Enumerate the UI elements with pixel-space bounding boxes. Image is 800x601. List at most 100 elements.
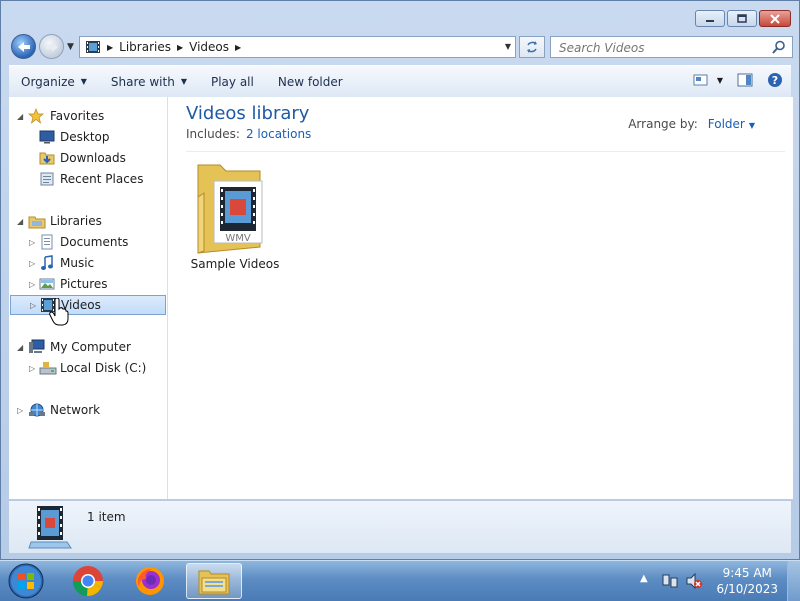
forward-button[interactable] [39, 34, 64, 59]
downloads-icon [39, 152, 55, 165]
refresh-icon [527, 41, 537, 53]
new-folder-label: New folder [277, 74, 343, 89]
clock[interactable]: 9:45 AM 6/10/2023 [716, 565, 778, 597]
preview-pane-icon[interactable] [737, 73, 753, 87]
view-icon [693, 74, 708, 85]
arrange-by: Arrange by: Folder ▼ [628, 117, 755, 131]
recent-pages-dropdown[interactable]: ▼ [67, 42, 74, 52]
arrange-by-label: Arrange by: [628, 117, 698, 131]
nav-libraries[interactable]: ◢ Libraries [9, 211, 167, 231]
volume-muted-icon[interactable] [686, 573, 702, 589]
breadcrumb-videos[interactable]: Videos [189, 40, 229, 54]
command-bar: Organize ▼ Share with ▼ Play all New folde… [9, 65, 791, 98]
expand-arrow-icon[interactable]: ▷ [29, 364, 35, 373]
clock-time: 9:45 AM [722, 566, 772, 580]
taskbar-chrome[interactable] [62, 563, 114, 599]
show-desktop-button[interactable] [787, 561, 800, 601]
clock-date: 6/10/2023 [716, 582, 778, 596]
collapse-arrow-icon[interactable]: ◢ [17, 343, 23, 352]
address-bar[interactable]: ▶ Libraries ▶ Videos ▶ ▼ [79, 36, 516, 58]
breadcrumb-separator-icon[interactable]: ▶ [107, 43, 113, 52]
nav-recent-places[interactable]: Recent Places [9, 169, 167, 189]
nav-downloads-label: Downloads [60, 151, 126, 165]
expand-arrow-icon[interactable]: ▷ [17, 406, 23, 415]
nav-videos[interactable]: ▷ Videos [10, 295, 166, 315]
forward-arrow-icon [45, 41, 58, 52]
nav-desktop[interactable]: Desktop [9, 127, 167, 147]
nav-network-label: Network [50, 403, 101, 417]
details-pane: 1 item [9, 500, 791, 553]
nav-documents[interactable]: ▷ Documents [9, 232, 167, 252]
arrange-by-dropdown[interactable]: Folder [708, 117, 745, 131]
minimize-button[interactable] [695, 10, 725, 27]
nav-pictures[interactable]: ▷ Pictures [9, 274, 167, 294]
svg-text:?: ? [772, 74, 778, 87]
explorer-icon [198, 570, 230, 595]
breadcrumb-separator-icon[interactable]: ▶ [177, 43, 183, 52]
play-all-button[interactable]: Play all [199, 75, 266, 89]
video-folder-icon: WMV [197, 164, 263, 254]
share-with-button[interactable]: Share with ▼ [99, 75, 199, 89]
hand-cursor-icon [49, 298, 69, 326]
nav-local-disk-label: Local Disk (C:) [60, 361, 147, 375]
expand-arrow-icon[interactable]: ▷ [29, 280, 35, 289]
chevron-down-icon[interactable]: ▼ [749, 121, 755, 130]
pictures-icon [39, 278, 55, 290]
expand-arrow-icon[interactable]: ▷ [29, 238, 35, 247]
maximize-button[interactable] [727, 10, 757, 27]
collapse-arrow-icon[interactable]: ◢ [17, 112, 23, 121]
includes-label: Includes: [186, 127, 240, 141]
chevron-down-icon[interactable]: ▼ [717, 76, 723, 85]
expand-arrow-icon[interactable]: ▷ [29, 259, 35, 268]
nav-documents-label: Documents [60, 235, 129, 249]
minimize-icon [706, 19, 714, 22]
content-pane: Videos library Includes: 2 locations Arra… [168, 97, 793, 499]
item-count: 1 item [87, 510, 126, 524]
network-status-icon[interactable] [662, 573, 678, 589]
nav-my-computer-label: My Computer [50, 340, 131, 354]
network-icon [29, 403, 45, 417]
taskbar-firefox[interactable] [124, 563, 176, 599]
library-title: Videos library [186, 103, 310, 124]
music-icon [41, 255, 53, 270]
organize-button[interactable]: Organize ▼ [9, 75, 99, 89]
search-icon[interactable] [772, 40, 786, 54]
search-input[interactable] [557, 39, 761, 57]
expand-arrow-icon[interactable]: ▷ [30, 301, 36, 310]
breadcrumb-libraries[interactable]: Libraries [119, 40, 171, 54]
firefox-icon [136, 567, 164, 595]
library-includes: Includes: 2 locations [186, 127, 311, 141]
recent-places-icon [40, 172, 54, 186]
desktop-icon [39, 130, 55, 144]
collapse-arrow-icon[interactable]: ◢ [17, 217, 23, 226]
back-button[interactable] [11, 34, 36, 59]
explorer-window: ▼ ▶ Libraries ▶ Videos ▶ ▼ Organize ▼ Sha… [0, 0, 800, 560]
refresh-button[interactable] [519, 36, 545, 58]
address-history-dropdown[interactable]: ▼ [505, 42, 511, 51]
help-icon[interactable]: ? [767, 72, 783, 88]
nav-downloads[interactable]: Downloads [9, 148, 167, 168]
start-button[interactable] [0, 563, 52, 599]
videos-library-icon [86, 41, 100, 53]
breadcrumb-separator-icon[interactable]: ▶ [235, 43, 241, 52]
videos-library-large-icon [28, 506, 72, 549]
locations-link[interactable]: 2 locations [246, 127, 311, 141]
start-orb-icon [8, 563, 44, 599]
show-hidden-icons-icon[interactable]: ▲ [640, 573, 648, 584]
computer-icon [29, 339, 45, 353]
close-button[interactable] [759, 10, 791, 27]
nav-music[interactable]: ▷ Music [9, 253, 167, 273]
organize-label: Organize [21, 74, 75, 89]
new-folder-button[interactable]: New folder [266, 75, 355, 89]
nav-favorites[interactable]: ◢ Favorites [9, 106, 167, 126]
change-view-button[interactable]: ▼ [693, 74, 723, 87]
nav-my-computer[interactable]: ◢ My Computer [9, 337, 167, 357]
nav-local-disk[interactable]: ▷ Local Disk (C:) [9, 358, 167, 378]
nav-network[interactable]: ▷ Network [9, 400, 167, 420]
chevron-down-icon: ▼ [80, 77, 87, 86]
share-with-label: Share with [110, 74, 175, 89]
nav-libraries-label: Libraries [50, 214, 102, 228]
search-box[interactable] [550, 36, 793, 58]
taskbar-explorer[interactable] [186, 563, 242, 599]
navigation-pane: ◢ Favorites Desktop Downloads Recent Pla… [9, 97, 168, 499]
